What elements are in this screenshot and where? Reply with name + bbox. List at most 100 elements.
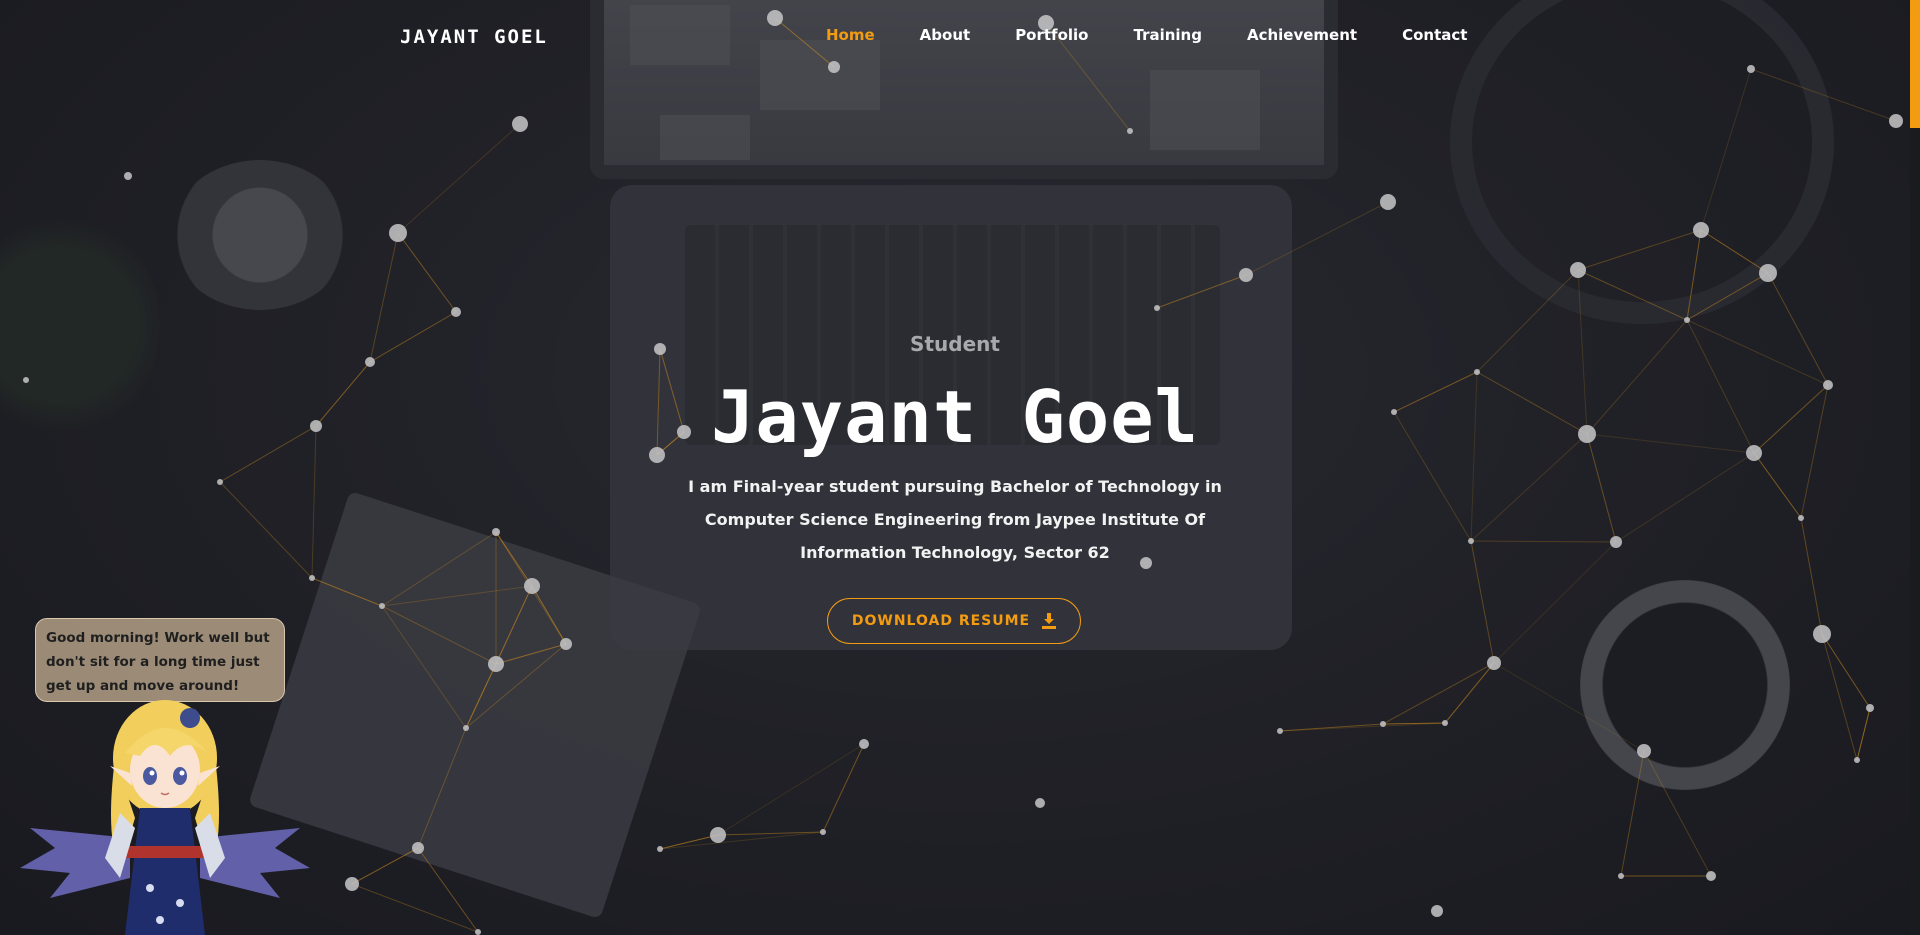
hero-eyebrow: Student bbox=[910, 332, 1000, 356]
network-link bbox=[381, 605, 467, 729]
network-node bbox=[710, 827, 726, 843]
download-resume-button[interactable]: DOWNLOAD RESUME bbox=[827, 598, 1081, 644]
network-link bbox=[1686, 272, 1769, 321]
network-link bbox=[1700, 68, 1752, 231]
hero-description: I am Final-year student pursuing Bachelo… bbox=[688, 477, 1222, 562]
network-link bbox=[531, 585, 567, 645]
network-link bbox=[1470, 540, 1617, 543]
network-node bbox=[859, 739, 869, 749]
network-link bbox=[1382, 662, 1495, 725]
network-link bbox=[1767, 272, 1829, 386]
network-link bbox=[1821, 633, 1858, 761]
nav-achievement[interactable]: Achievement bbox=[1247, 26, 1357, 44]
nav-contact[interactable]: Contact bbox=[1402, 26, 1467, 44]
network-node bbox=[1442, 720, 1448, 726]
network-link bbox=[219, 481, 313, 579]
network-link bbox=[1620, 750, 1645, 877]
network-link bbox=[381, 585, 533, 607]
network-link bbox=[1856, 707, 1871, 761]
network-link bbox=[717, 743, 865, 836]
network-node bbox=[1610, 536, 1622, 548]
network-link bbox=[381, 605, 497, 665]
nav-about[interactable]: About bbox=[920, 26, 971, 44]
network-node bbox=[1889, 114, 1903, 128]
network-link bbox=[659, 834, 719, 850]
network-link bbox=[1493, 541, 1617, 664]
network-node bbox=[1693, 222, 1709, 238]
network-node bbox=[1277, 728, 1283, 734]
mascot-character[interactable] bbox=[10, 698, 320, 935]
download-resume-label: DOWNLOAD RESUME bbox=[851, 613, 1031, 629]
network-link bbox=[1643, 750, 1712, 877]
network-node bbox=[488, 656, 504, 672]
network-node bbox=[463, 725, 469, 731]
network-link bbox=[417, 727, 467, 849]
nav-home[interactable]: Home bbox=[826, 26, 875, 44]
network-node bbox=[1570, 262, 1586, 278]
mascot-speech-bubble: Good morning! Work well but don't sit fo… bbox=[35, 618, 285, 702]
network-link bbox=[1470, 540, 1495, 664]
network-node bbox=[1154, 305, 1160, 311]
network-node bbox=[451, 307, 461, 317]
network-node bbox=[1431, 905, 1443, 917]
network-node bbox=[1866, 704, 1874, 712]
network-node bbox=[820, 829, 826, 835]
download-icon bbox=[1042, 613, 1057, 629]
network-node bbox=[524, 578, 540, 594]
network-node bbox=[379, 603, 385, 609]
network-link bbox=[1245, 201, 1389, 276]
network-link bbox=[1577, 269, 1688, 321]
site-header: JAYANT GOEL Home About Portfolio Trainin… bbox=[0, 0, 1920, 72]
site-logo[interactable]: JAYANT GOEL bbox=[400, 26, 548, 48]
network-link bbox=[397, 232, 457, 313]
nav-training[interactable]: Training bbox=[1133, 26, 1201, 44]
network-link bbox=[311, 577, 383, 607]
network-node bbox=[1798, 515, 1804, 521]
network-node bbox=[389, 224, 407, 242]
scroll-progress-track[interactable] bbox=[1910, 0, 1920, 935]
network-node bbox=[1127, 128, 1133, 134]
network-link bbox=[1700, 229, 1769, 274]
network-link bbox=[1615, 452, 1755, 543]
network-link bbox=[1493, 662, 1645, 752]
network-node bbox=[1468, 538, 1474, 544]
network-link bbox=[1279, 723, 1384, 732]
network-node bbox=[512, 116, 528, 132]
nav-portfolio[interactable]: Portfolio bbox=[1015, 26, 1088, 44]
network-link bbox=[1476, 269, 1579, 373]
network-link bbox=[417, 847, 479, 933]
network-link bbox=[1753, 452, 1802, 519]
network-link bbox=[1577, 229, 1702, 271]
network-node bbox=[1380, 194, 1396, 210]
network-node bbox=[560, 638, 572, 650]
main-nav: Home About Portfolio Training Achievemen… bbox=[826, 26, 1512, 44]
network-node bbox=[1684, 317, 1690, 323]
network-link bbox=[1156, 274, 1247, 309]
network-link bbox=[381, 531, 497, 607]
network-link bbox=[351, 883, 479, 933]
network-node bbox=[365, 357, 375, 367]
network-link bbox=[1444, 662, 1495, 724]
network-node bbox=[1239, 268, 1253, 282]
network-link bbox=[1821, 633, 1871, 709]
hero-section: JAYANT GOEL Home About Portfolio Trainin… bbox=[0, 0, 1920, 935]
network-link bbox=[1750, 68, 1897, 122]
network-node bbox=[1637, 744, 1651, 758]
network-node bbox=[657, 846, 663, 852]
network-node bbox=[1487, 656, 1501, 670]
network-node bbox=[1618, 873, 1624, 879]
network-node bbox=[1854, 757, 1860, 763]
network-link bbox=[351, 847, 419, 885]
network-node bbox=[1813, 625, 1831, 643]
network-link bbox=[1686, 229, 1702, 321]
network-link bbox=[1800, 517, 1823, 635]
network-node bbox=[1035, 798, 1045, 808]
scroll-progress-thumb[interactable] bbox=[1910, 0, 1920, 128]
network-node bbox=[217, 479, 223, 485]
network-node bbox=[492, 528, 500, 536]
network-link bbox=[397, 123, 521, 234]
network-node bbox=[1380, 721, 1386, 727]
network-node bbox=[475, 929, 481, 935]
network-link bbox=[495, 643, 567, 665]
network-node bbox=[1759, 264, 1777, 282]
